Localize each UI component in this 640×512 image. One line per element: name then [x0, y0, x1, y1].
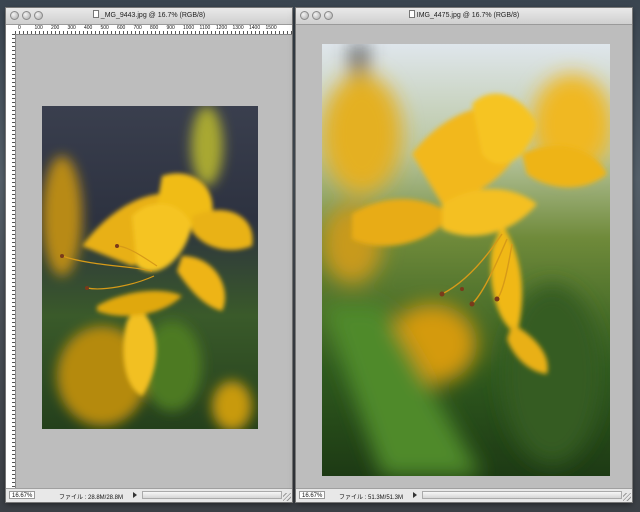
title-bar-right[interactable]: IMG_4475.jpg @ 16.7% (RGB/8)	[296, 8, 632, 25]
zoom-field[interactable]: 16.67%	[9, 491, 35, 499]
ruler-label: 1000	[183, 25, 195, 31]
file-size-info: ファイル : 28.8M/28.8M	[59, 495, 124, 501]
lily-image-1	[42, 106, 258, 429]
zoom-field[interactable]: 16.67%	[299, 491, 325, 499]
photo-lily-2	[322, 44, 610, 476]
ruler-label: 1400	[249, 25, 261, 31]
document-window-left[interactable]: _MG_9443.jpg @ 16.7% (RGB/8) 0 100 200 3…	[6, 8, 292, 502]
ruler-label: 600	[117, 25, 126, 31]
document-icon	[408, 10, 415, 18]
ruler-label: 500	[100, 25, 109, 31]
ruler-label: 1100	[199, 25, 211, 31]
ruler-label: 900	[166, 25, 175, 31]
window-title-right: IMG_4475.jpg @ 16.7% (RGB/8)	[296, 10, 632, 19]
document-icon	[92, 10, 99, 18]
ruler-label: 1500	[265, 25, 277, 31]
ruler-labels: 0 100 200 300 400 500 600 700 800 900 10…	[18, 25, 282, 31]
window-title-left: _MG_9443.jpg @ 16.7% (RGB/8)	[6, 10, 292, 19]
horizontal-scrollbar[interactable]	[422, 491, 622, 499]
canvas-area-left[interactable]	[16, 35, 292, 488]
ruler-label: 400	[84, 25, 93, 31]
resize-grip-icon[interactable]	[623, 493, 631, 501]
ruler-label: 0	[18, 25, 21, 31]
ruler-label: 100	[34, 25, 43, 31]
resize-grip-icon[interactable]	[283, 493, 291, 501]
file-size-info: ファイル : 51.3M/51.3M	[339, 495, 404, 501]
ruler-label: 800	[150, 25, 159, 31]
status-arrow-icon[interactable]	[133, 492, 137, 498]
lily-image-2	[322, 44, 610, 476]
status-bar-left: 16.67% ファイル : 28.8M/28.8M	[6, 488, 292, 502]
title-bar-left[interactable]: _MG_9443.jpg @ 16.7% (RGB/8)	[6, 8, 292, 25]
canvas-area-right[interactable]	[296, 25, 632, 488]
ruler-label: 1300	[232, 25, 244, 31]
vertical-ruler[interactable]	[6, 34, 16, 488]
document-window-right[interactable]: IMG_4475.jpg @ 16.7% (RGB/8) 16.67% ファイル…	[296, 8, 632, 502]
ruler-label: 700	[133, 25, 142, 31]
ruler-label: 300	[67, 25, 76, 31]
ruler-label: 200	[51, 25, 60, 31]
photo-lily-1	[42, 106, 258, 429]
status-arrow-icon[interactable]	[413, 492, 417, 498]
status-bar-right: 16.67% ファイル : 51.3M/51.3M	[296, 488, 632, 502]
ruler-label: 1200	[216, 25, 228, 31]
horizontal-scrollbar[interactable]	[142, 491, 282, 499]
